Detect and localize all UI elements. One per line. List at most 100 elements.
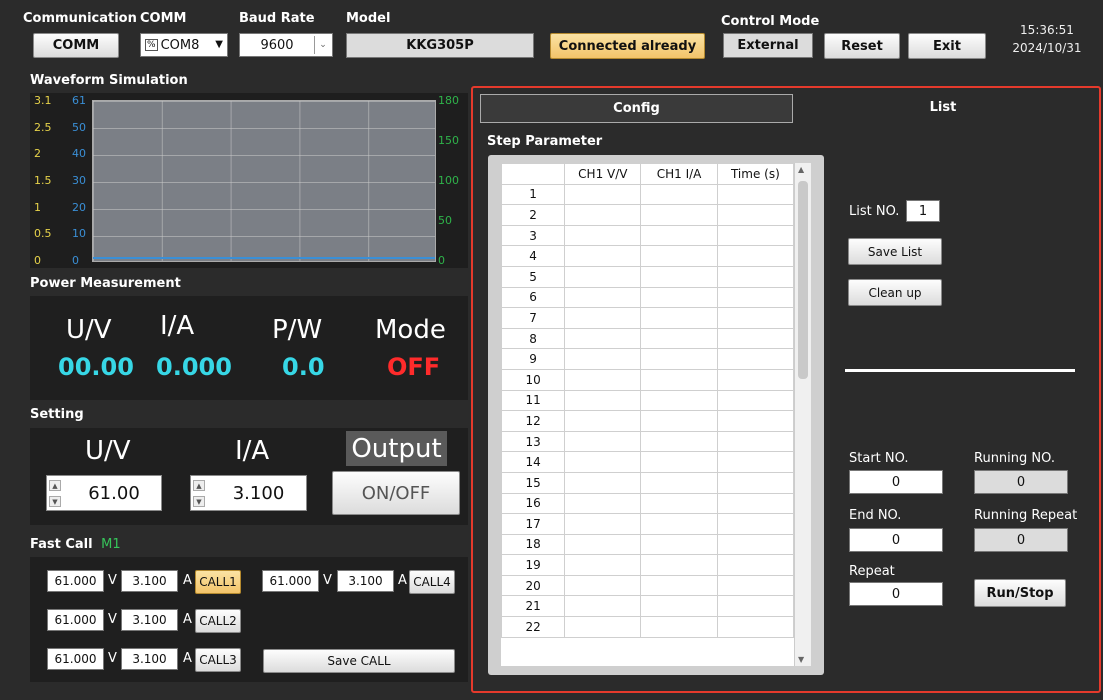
comm-port-select[interactable]: % COM8 ▼ (140, 33, 228, 57)
table-cell[interactable] (564, 348, 642, 370)
table-cell[interactable] (564, 410, 642, 432)
table-cell[interactable] (640, 368, 718, 391)
table-cell[interactable] (564, 224, 642, 247)
table-cell[interactable] (716, 533, 795, 556)
table-cell[interactable] (716, 183, 795, 206)
table-cell[interactable] (716, 204, 795, 226)
table-row[interactable]: 4 (501, 245, 795, 267)
table-row[interactable]: 14 (501, 451, 795, 473)
exit-button[interactable]: Exit (908, 33, 986, 59)
table-scrollbar[interactable]: ▲ ▼ (794, 163, 811, 666)
table-cell[interactable] (716, 368, 795, 391)
table-cell[interactable] (640, 554, 718, 576)
table-row[interactable]: 19 (501, 554, 795, 576)
table-cell[interactable] (640, 204, 718, 226)
scrollbar-thumb[interactable] (798, 181, 808, 379)
save-list-button[interactable]: Save List (848, 238, 942, 265)
spin-down-icon[interactable]: ▼ (49, 496, 61, 507)
table-cell[interactable] (716, 389, 795, 412)
scroll-down-icon[interactable]: ▼ (798, 655, 804, 664)
table-cell[interactable] (716, 492, 795, 515)
table-cell[interactable] (564, 616, 642, 638)
table-cell[interactable] (640, 430, 718, 453)
table-cell[interactable] (564, 245, 642, 267)
table-cell[interactable] (564, 533, 642, 556)
table-row[interactable]: 1 (501, 183, 795, 206)
table-cell[interactable] (716, 410, 795, 432)
call3-current-input[interactable]: 3.100 (121, 648, 178, 670)
spin-up-icon[interactable]: ▲ (49, 480, 61, 491)
table-cell[interactable] (564, 307, 642, 329)
save-call-button[interactable]: Save CALL (263, 649, 455, 673)
table-row[interactable]: 9 (501, 348, 795, 370)
table-cell[interactable] (640, 286, 718, 309)
table-cell[interactable] (564, 389, 642, 412)
table-cell[interactable] (716, 595, 795, 618)
table-cell[interactable] (716, 430, 795, 453)
spin-down-icon[interactable]: ▼ (193, 496, 205, 507)
table-row[interactable]: 6 (501, 286, 795, 309)
table-cell[interactable] (640, 224, 718, 247)
tab-config[interactable]: Config (480, 94, 793, 123)
table-cell[interactable] (564, 574, 642, 597)
table-cell[interactable] (640, 183, 718, 206)
current-setpoint-input[interactable]: ▲ ▼ 3.100 (190, 475, 307, 511)
call4-current-input[interactable]: 3.100 (337, 570, 394, 592)
table-cell[interactable] (716, 307, 795, 329)
table-cell[interactable] (716, 451, 795, 473)
table-cell[interactable] (640, 513, 718, 535)
spin-up-icon[interactable]: ▲ (193, 480, 205, 491)
table-row[interactable]: 7 (501, 307, 795, 329)
table-row[interactable]: 20 (501, 574, 795, 597)
table-row[interactable]: 16 (501, 492, 795, 515)
table-cell[interactable] (640, 410, 718, 432)
table-cell[interactable] (564, 204, 642, 226)
table-row[interactable]: 15 (501, 471, 795, 494)
table-cell[interactable] (564, 183, 642, 206)
table-cell[interactable] (716, 245, 795, 267)
table-cell[interactable] (640, 265, 718, 288)
table-cell[interactable] (564, 430, 642, 453)
clean-up-button[interactable]: Clean up (848, 279, 942, 306)
call1-voltage-input[interactable]: 61.000 (47, 570, 104, 592)
table-cell[interactable] (640, 348, 718, 370)
table-cell[interactable] (564, 265, 642, 288)
table-cell[interactable] (716, 348, 795, 370)
table-row[interactable]: 13 (501, 430, 795, 453)
table-cell[interactable] (564, 595, 642, 618)
table-cell[interactable] (716, 554, 795, 576)
table-row[interactable]: 5 (501, 265, 795, 288)
run-stop-button[interactable]: Run/Stop (974, 579, 1066, 607)
list-no-input[interactable]: 1 (906, 200, 940, 222)
table-row[interactable]: 8 (501, 327, 795, 350)
table-cell[interactable] (564, 327, 642, 350)
table-cell[interactable] (640, 533, 718, 556)
call2-current-input[interactable]: 3.100 (121, 609, 178, 631)
repeat-input[interactable]: 0 (849, 582, 943, 606)
table-cell[interactable] (640, 595, 718, 618)
table-cell[interactable] (716, 265, 795, 288)
call2-voltage-input[interactable]: 61.000 (47, 609, 104, 631)
table-cell[interactable] (564, 554, 642, 576)
table-cell[interactable] (640, 307, 718, 329)
table-row[interactable]: 21 (501, 595, 795, 618)
table-row[interactable]: 11 (501, 389, 795, 412)
start-no-input[interactable]: 0 (849, 470, 943, 494)
call2-button[interactable]: CALL2 (195, 609, 241, 633)
table-cell[interactable] (564, 471, 642, 494)
table-row[interactable]: 18 (501, 533, 795, 556)
table-cell[interactable] (564, 451, 642, 473)
table-row[interactable]: 3 (501, 224, 795, 247)
call1-button[interactable]: CALL1 (195, 570, 241, 594)
end-no-input[interactable]: 0 (849, 528, 943, 552)
table-row[interactable]: 12 (501, 410, 795, 432)
call4-voltage-input[interactable]: 61.000 (262, 570, 319, 592)
table-cell[interactable] (564, 368, 642, 391)
table-cell[interactable] (564, 492, 642, 515)
baud-rate-select[interactable]: 9600 ⌄ (239, 33, 333, 57)
table-cell[interactable] (716, 616, 795, 638)
tab-list[interactable]: List (793, 94, 1093, 123)
connected-button[interactable]: Connected already (550, 33, 705, 59)
table-cell[interactable] (716, 574, 795, 597)
call3-button[interactable]: CALL3 (195, 648, 241, 672)
